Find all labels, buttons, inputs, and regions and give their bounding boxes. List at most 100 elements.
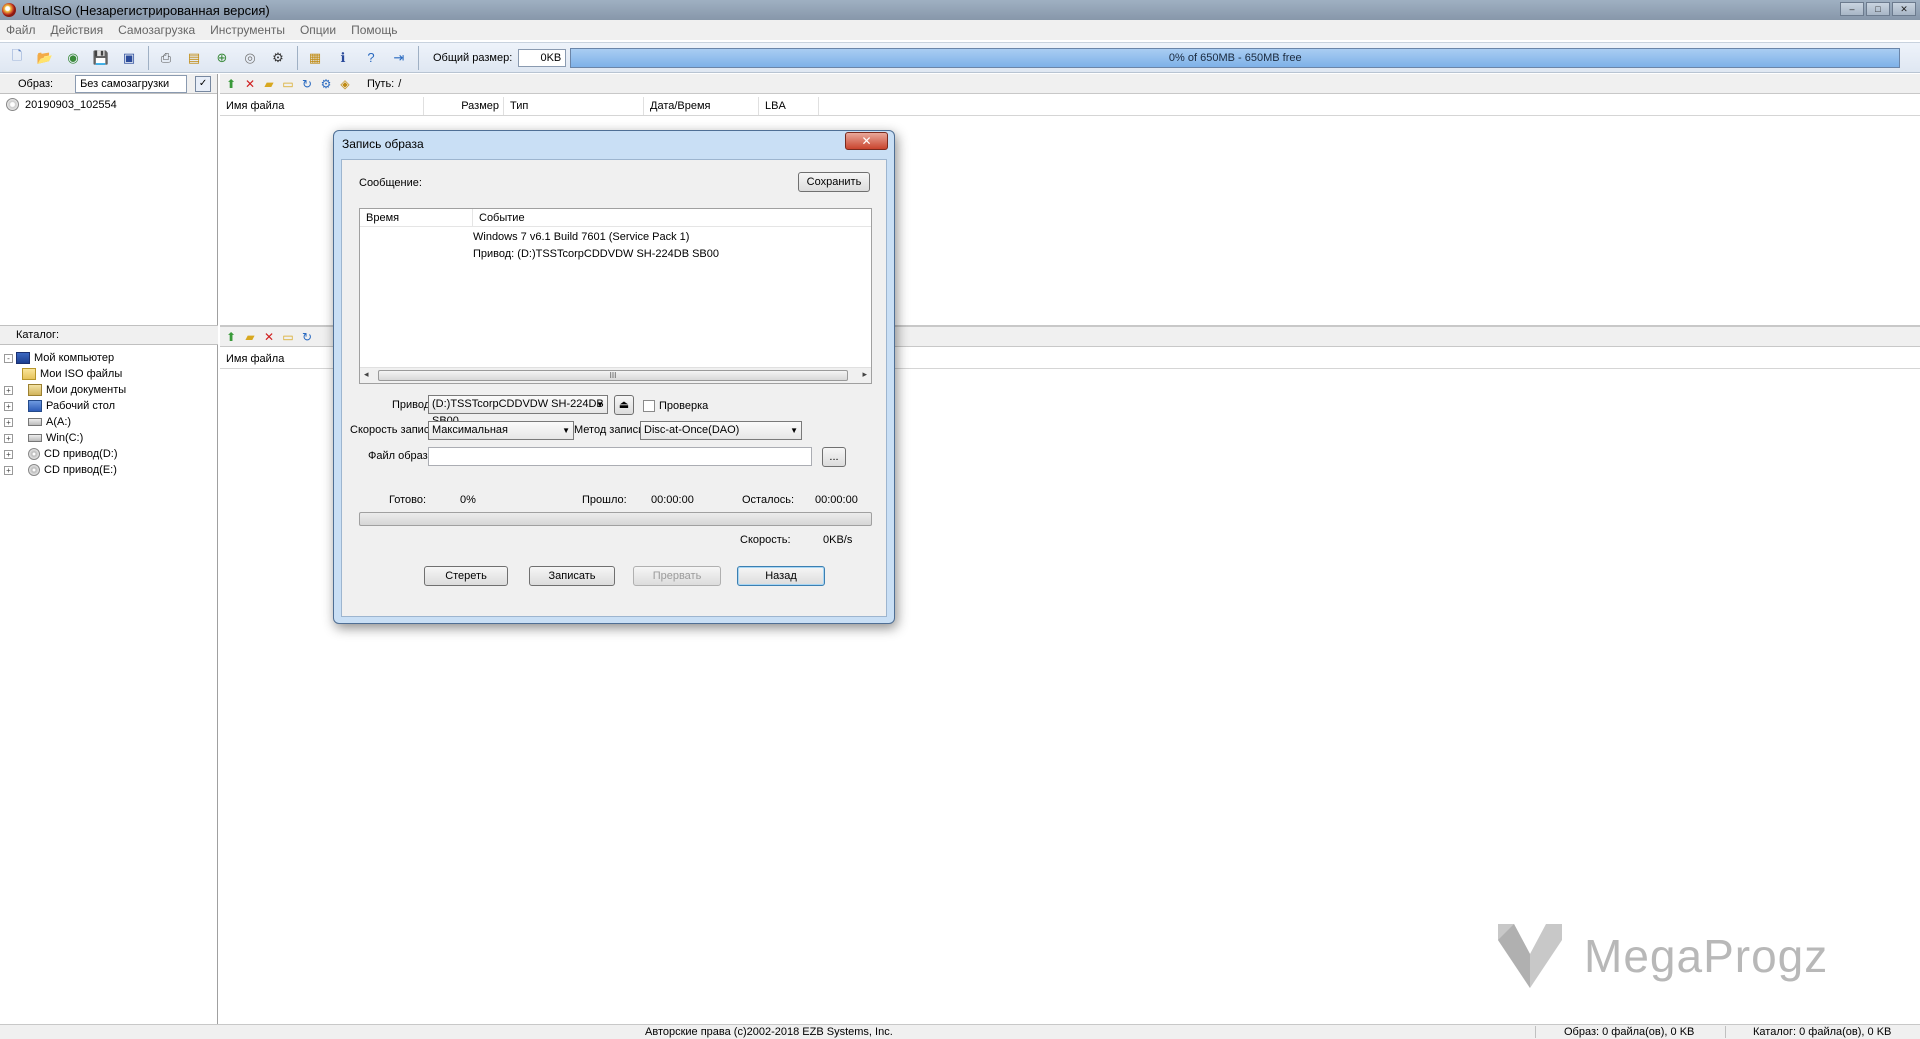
- add-files-icon[interactable]: ▤: [185, 49, 203, 67]
- menu-help[interactable]: Помощь: [351, 23, 397, 37]
- add-icon[interactable]: ▭: [281, 77, 295, 91]
- help-icon[interactable]: ?: [362, 49, 380, 67]
- open-icon[interactable]: 📂: [36, 49, 54, 67]
- menu-bootable[interactable]: Самозагрузка: [118, 23, 195, 37]
- tree-item-label: А(A:): [46, 416, 72, 428]
- rate-label: Скорость:: [740, 534, 791, 546]
- up-folder-icon[interactable]: ⬆: [224, 77, 238, 91]
- method-select[interactable]: Disc-at-Once(DAO) ▼: [640, 421, 802, 440]
- tree-item-my-computer[interactable]: - Мой компьютер: [4, 350, 126, 366]
- drive-select[interactable]: (D:)TSSTcorpCDDVDW SH-224DB SB00 ▼: [428, 395, 608, 427]
- log-horizontal-scrollbar[interactable]: ◂ III ▸: [360, 367, 871, 383]
- boot-properties-icon[interactable]: ✓: [195, 75, 212, 92]
- tree-item-cd-d[interactable]: + CD привод(D:): [4, 446, 126, 462]
- new-folder-icon[interactable]: ▰: [262, 77, 276, 91]
- tree-item-drive-c[interactable]: + Win(C:): [4, 430, 126, 446]
- new-folder-icon[interactable]: ▰: [243, 330, 257, 344]
- log-column-time[interactable]: Время: [360, 209, 473, 226]
- save-log-button[interactable]: Сохранить: [798, 172, 870, 192]
- speed-label: Скорость записи: [350, 424, 436, 436]
- message-label: Сообщение:: [359, 177, 422, 189]
- log-column-event[interactable]: Событие: [473, 209, 871, 226]
- tree-item-cd-e[interactable]: + CD привод(E:): [4, 462, 126, 478]
- properties-icon[interactable]: ▦: [306, 49, 324, 67]
- add-icon[interactable]: ▭: [281, 330, 295, 344]
- column-filename[interactable]: Имя файла: [220, 96, 424, 115]
- save-icon[interactable]: 💾: [92, 49, 110, 67]
- scroll-right-icon[interactable]: ▸: [862, 369, 867, 380]
- boot-type-field[interactable]: Без самозагрузки: [75, 74, 188, 93]
- expand-icon[interactable]: +: [4, 465, 13, 475]
- settings-icon[interactable]: ⚙: [319, 77, 333, 91]
- dialog-close-button[interactable]: ✕: [845, 132, 888, 150]
- expand-icon[interactable]: +: [4, 433, 13, 443]
- tree-item-desktop[interactable]: + Рабочий стол: [4, 398, 126, 414]
- view-icon[interactable]: ◈: [338, 77, 352, 91]
- log-header: Время Событие: [360, 209, 871, 227]
- burn-icon[interactable]: ◎: [241, 49, 259, 67]
- scroll-thumb[interactable]: III: [378, 370, 848, 381]
- iso-file-columns: Имя файла Размер Тип Дата/Время LBA: [220, 96, 1920, 116]
- open-cd-icon[interactable]: ◉: [64, 49, 82, 67]
- delete-icon[interactable]: ✕: [262, 330, 276, 344]
- column-type[interactable]: Тип: [504, 96, 644, 115]
- dialog-body: Сообщение: Сохранить Время Событие Windo…: [341, 159, 887, 617]
- watermark: MegaProgz: [1494, 920, 1828, 992]
- save-as-icon[interactable]: ▣: [120, 49, 138, 67]
- iso-panel-toolbar: ⬆ ✕ ▰ ▭ ↻ ⚙ ◈ Путь: /: [220, 74, 1920, 94]
- expand-icon[interactable]: +: [4, 385, 13, 395]
- back-button[interactable]: Назад: [737, 566, 825, 586]
- column-datetime[interactable]: Дата/Время: [644, 96, 759, 115]
- info-icon[interactable]: ℹ: [334, 49, 352, 67]
- menu-actions[interactable]: Действия: [51, 23, 104, 37]
- expand-icon[interactable]: +: [4, 417, 13, 427]
- toolbar-separator: [297, 45, 298, 70]
- remaining-value: 00:00:00: [815, 494, 858, 506]
- abort-button[interactable]: Прервать: [633, 566, 721, 586]
- expand-icon[interactable]: +: [4, 449, 13, 459]
- eject-button[interactable]: ⏏: [614, 395, 634, 415]
- total-size-label: Общий размер:: [433, 51, 513, 64]
- menu-file[interactable]: Файл: [6, 23, 36, 37]
- total-size-value: 0KB: [518, 48, 567, 67]
- done-value: 0%: [460, 494, 476, 506]
- collapse-icon[interactable]: -: [4, 353, 13, 363]
- minimize-button[interactable]: –: [1840, 2, 1864, 16]
- exit-icon[interactable]: ⇥: [390, 49, 408, 67]
- window-title: UltraISO (Незарегистрированная версия): [22, 2, 270, 18]
- speed-select[interactable]: Максимальная ▼: [428, 421, 574, 440]
- iso-root-item[interactable]: 20190903_102554: [0, 94, 217, 115]
- copyright-text: Авторские права (c)2002-2018 EZB Systems…: [645, 1026, 893, 1038]
- menu-tools[interactable]: Инструменты: [210, 23, 285, 37]
- new-icon[interactable]: 🗋: [8, 48, 26, 67]
- verify-checkbox[interactable]: [643, 400, 655, 412]
- capacity-bar[interactable]: 0% of 650MB - 650MB free: [570, 47, 1901, 68]
- drive-icon: [28, 434, 42, 442]
- tree-item-drive-a[interactable]: + А(A:): [4, 414, 126, 430]
- expand-icon[interactable]: +: [4, 401, 13, 411]
- image-tree-panel: Образ: Без самозагрузки ✓ 20190903_10255…: [0, 74, 218, 1024]
- mount-icon[interactable]: ⚙: [269, 49, 287, 67]
- menu-options[interactable]: Опции: [300, 23, 336, 37]
- verify-label: Проверка: [659, 400, 709, 412]
- image-file-input[interactable]: [428, 447, 812, 466]
- add-directory-icon[interactable]: ⊕: [213, 49, 231, 67]
- tree-item-my-iso[interactable]: Мои ISO файлы: [4, 366, 126, 382]
- delete-icon[interactable]: ✕: [243, 77, 257, 91]
- tree-item-my-documents[interactable]: + Мои документы: [4, 382, 126, 398]
- refresh-icon[interactable]: ↻: [300, 77, 314, 91]
- extract-icon[interactable]: ⎙: [157, 49, 175, 67]
- maximize-button[interactable]: □: [1866, 2, 1890, 16]
- close-window-button[interactable]: ✕: [1892, 2, 1916, 16]
- up-folder-icon[interactable]: ⬆: [224, 330, 238, 344]
- ultraiso-logo-icon: [2, 3, 16, 17]
- refresh-icon[interactable]: ↻: [300, 330, 314, 344]
- browse-button[interactable]: ...: [822, 447, 846, 467]
- column-lba[interactable]: LBA: [759, 96, 819, 115]
- erase-button[interactable]: Стереть: [424, 566, 508, 586]
- scroll-left-icon[interactable]: ◂: [364, 369, 369, 380]
- elapsed-label: Прошло:: [582, 494, 627, 506]
- burn-button[interactable]: Записать: [529, 566, 615, 586]
- column-size[interactable]: Размер: [424, 96, 504, 115]
- desktop-icon: [28, 400, 42, 412]
